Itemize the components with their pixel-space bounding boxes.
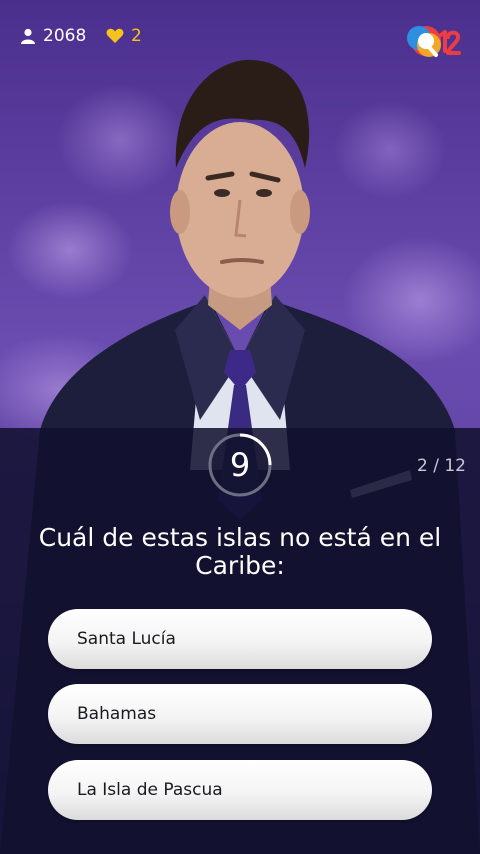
question-progress: 2 / 12 bbox=[417, 456, 466, 476]
timer-value: 9 bbox=[229, 446, 251, 484]
answer-option-1[interactable]: Santa Lucía bbox=[48, 609, 432, 669]
answer-option-3[interactable]: La Isla de Pascua bbox=[48, 760, 432, 820]
players-count: 2068 bbox=[43, 26, 87, 46]
person-icon bbox=[21, 28, 35, 44]
lives-count: 2 bbox=[131, 26, 142, 46]
top-bar: 2068 2 bbox=[0, 0, 480, 76]
players-counter: 2068 bbox=[20, 26, 86, 46]
q12-logo-icon[interactable] bbox=[405, 21, 461, 63]
question-text: Cuál de estas islas no está en el Caribe… bbox=[38, 523, 442, 580]
answer-label: Bahamas bbox=[77, 704, 157, 724]
lives-counter: 2 bbox=[106, 26, 142, 46]
answer-label: La Isla de Pascua bbox=[77, 780, 223, 800]
answer-option-2[interactable]: Bahamas bbox=[48, 684, 432, 744]
answer-label: Santa Lucía bbox=[77, 629, 176, 649]
heart-icon bbox=[106, 28, 124, 43]
